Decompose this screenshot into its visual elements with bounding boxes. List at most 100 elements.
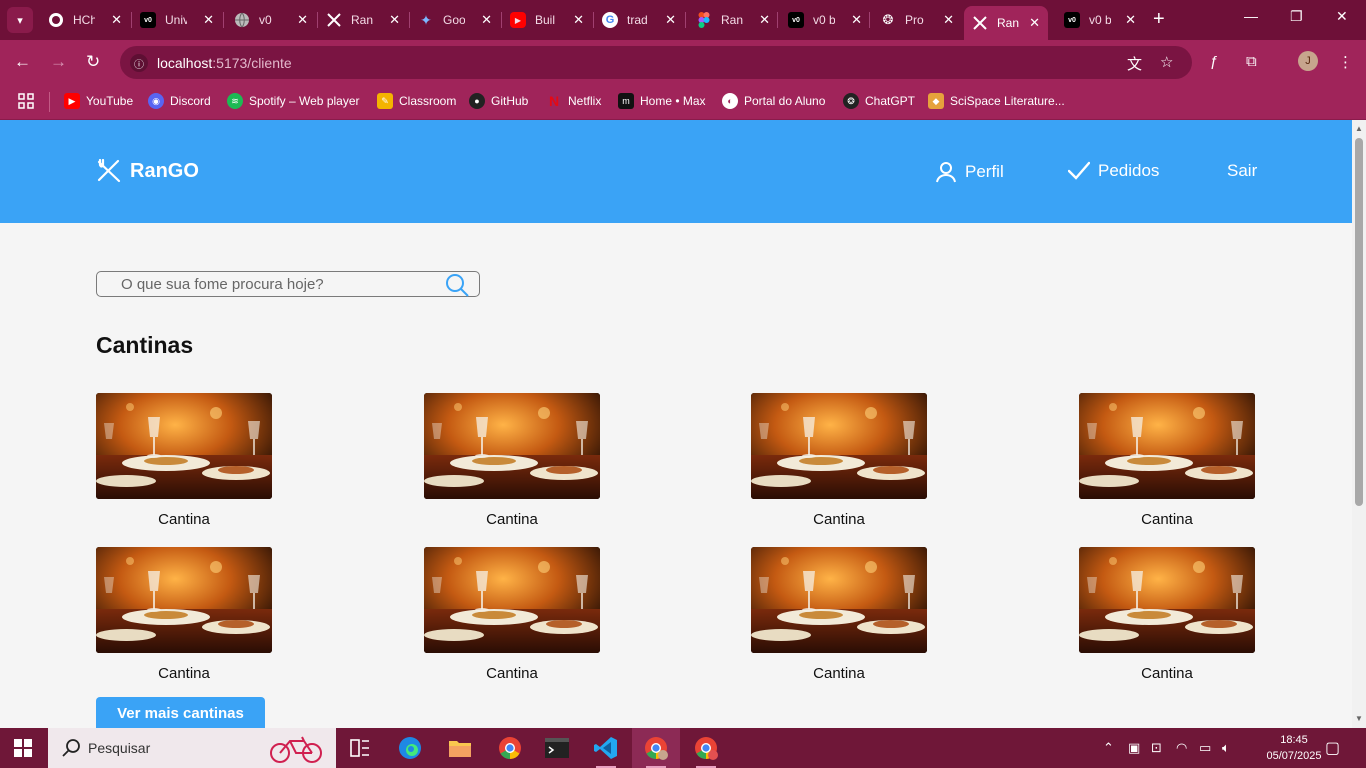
- brand-logo[interactable]: RanGO: [96, 159, 199, 183]
- vscode-icon[interactable]: [582, 728, 630, 768]
- bookmark-max[interactable]: m Home • Max: [618, 93, 706, 109]
- browser-tab[interactable]: v0 Univ ✕: [132, 6, 222, 34]
- bookmark-spotify[interactable]: ≋ Spotify – Web player: [227, 93, 360, 109]
- back-button[interactable]: ←: [14, 52, 31, 72]
- bookmark-label: Classroom: [399, 94, 457, 108]
- reload-button[interactable]: ↻: [86, 52, 100, 72]
- bookmark-label: Spotify – Web player: [249, 94, 360, 108]
- scroll-down-icon[interactable]: ▼: [1355, 714, 1363, 723]
- bookmark-github[interactable]: ● GitHub: [469, 93, 528, 109]
- cantina-image: [751, 547, 927, 653]
- new-tab-button[interactable]: +: [1153, 8, 1165, 30]
- browser-tab[interactable]: ▶ Buil ✕: [502, 6, 592, 34]
- cantina-image: [1079, 393, 1255, 499]
- url-text[interactable]: localhost:5173/cliente: [157, 55, 292, 71]
- forward-button[interactable]: →: [50, 52, 67, 72]
- browser-tab[interactable]: v0 ✕: [226, 6, 316, 34]
- browser-tab[interactable]: ✦ Goo ✕: [410, 6, 500, 34]
- minimize-button[interactable]: ―: [1244, 8, 1258, 24]
- site-info-icon[interactable]: ⓘ: [130, 54, 148, 72]
- bookmark-star-icon[interactable]: ☆: [1160, 53, 1173, 71]
- close-icon[interactable]: ✕: [389, 12, 400, 28]
- notification-icon[interactable]: ▢: [1325, 738, 1340, 758]
- browser-tab[interactable]: HCh ✕: [40, 6, 130, 34]
- profile-avatar[interactable]: J: [1298, 51, 1318, 71]
- edge-icon[interactable]: [386, 728, 434, 768]
- wifi-icon[interactable]: ◠: [1176, 740, 1187, 756]
- cantina-card[interactable]: Cantina: [1079, 547, 1255, 682]
- close-icon[interactable]: ✕: [851, 12, 862, 28]
- figma-icon: [696, 12, 712, 28]
- v0-icon: v0: [1064, 12, 1080, 28]
- windows-taskbar: Pesquisar ⌃ ▣ ⊡ ◠ ▭ 🔈︎ 18:45 05/07/2025 …: [0, 728, 1366, 768]
- translate-icon[interactable]: 文: [1127, 53, 1142, 74]
- tray-device-icon[interactable]: ▣: [1128, 740, 1140, 756]
- chrome-profile-icon[interactable]: [632, 728, 680, 768]
- browser-tab[interactable]: v0 v0 b ✕: [780, 6, 870, 34]
- search-icon[interactable]: [445, 273, 469, 297]
- scroll-up-icon[interactable]: ▲: [1355, 124, 1363, 133]
- extensions-puzzle-icon[interactable]: ⧉: [1246, 53, 1257, 70]
- cantina-card[interactable]: Cantina: [96, 547, 272, 682]
- cantina-card[interactable]: Cantina: [751, 547, 927, 682]
- close-icon[interactable]: ✕: [203, 12, 214, 28]
- browser-menu-icon[interactable]: ⋮: [1338, 53, 1353, 71]
- scroll-thumb[interactable]: [1355, 138, 1363, 506]
- bookmark-portal-aluno[interactable]: ◐ Portal do Aluno: [722, 93, 825, 109]
- tab-title: Pro: [905, 13, 924, 27]
- tray-overflow-icon[interactable]: ⌃: [1103, 740, 1114, 756]
- close-icon[interactable]: ✕: [1125, 12, 1136, 28]
- nav-orders[interactable]: Pedidos: [1068, 161, 1159, 181]
- browser-tab-active[interactable]: Ran ✕: [964, 6, 1048, 40]
- cantina-card[interactable]: Cantina: [1079, 393, 1255, 528]
- cantina-card[interactable]: Cantina: [96, 393, 272, 528]
- tab-divider: [777, 12, 778, 28]
- tray-meet-icon[interactable]: ⊡: [1151, 740, 1162, 756]
- chrome-profile-icon[interactable]: [682, 728, 730, 768]
- bookmark-classroom[interactable]: ✎ Classroom: [377, 93, 456, 109]
- terminal-icon[interactable]: [533, 728, 581, 768]
- search-input[interactable]: [121, 274, 441, 294]
- window-close-button[interactable]: ✕: [1336, 8, 1348, 25]
- browser-tab[interactable]: G trad ✕: [594, 6, 684, 34]
- bookmark-youtube[interactable]: ▶ YouTube: [64, 93, 133, 109]
- browser-tab[interactable]: Ran ✕: [688, 6, 778, 34]
- chrome-icon[interactable]: [486, 728, 534, 768]
- openai-icon: ❂: [843, 93, 859, 109]
- close-icon[interactable]: ✕: [943, 12, 954, 28]
- check-icon: [1068, 161, 1090, 180]
- bookmark-chatgpt[interactable]: ❂ ChatGPT: [843, 93, 915, 109]
- nav-profile[interactable]: Perfil: [935, 161, 1004, 183]
- windows-start-icon[interactable]: [14, 739, 32, 762]
- close-icon[interactable]: ✕: [1029, 15, 1040, 31]
- battery-icon[interactable]: ▭: [1199, 740, 1211, 756]
- volume-icon[interactable]: 🔈︎: [1222, 740, 1230, 756]
- nav-logout[interactable]: Sair: [1227, 161, 1257, 181]
- close-icon[interactable]: ✕: [111, 12, 122, 28]
- tab-title: Buil: [535, 13, 556, 27]
- cantina-card[interactable]: Cantina: [424, 393, 600, 528]
- restore-button[interactable]: ❐: [1290, 8, 1303, 25]
- browser-tab[interactable]: ❂ Pro ✕: [872, 6, 962, 34]
- close-icon[interactable]: ✕: [297, 12, 308, 28]
- browser-tab[interactable]: v0 v0 b ✕: [1056, 6, 1144, 34]
- tab-search-button[interactable]: ▾: [7, 7, 33, 33]
- close-icon[interactable]: ✕: [481, 12, 492, 28]
- bookmark-netflix[interactable]: N Netflix: [546, 93, 601, 109]
- system-clock[interactable]: 18:45 05/07/2025: [1262, 732, 1326, 764]
- cantina-card[interactable]: Cantina: [751, 393, 927, 528]
- close-icon[interactable]: ✕: [759, 12, 770, 28]
- bookmark-discord[interactable]: ◉ Discord: [148, 93, 211, 109]
- file-explorer-icon[interactable]: [436, 728, 484, 768]
- browser-tab[interactable]: Ran ✕: [318, 6, 408, 34]
- page-scrollbar[interactable]: ▲ ▼: [1352, 120, 1366, 728]
- task-view-icon[interactable]: [336, 728, 384, 768]
- apps-grid-icon[interactable]: [18, 93, 34, 109]
- close-icon[interactable]: ✕: [665, 12, 676, 28]
- see-more-cantinas-button[interactable]: Ver mais cantinas: [96, 697, 265, 728]
- extension-icon[interactable]: ƒ: [1210, 53, 1218, 70]
- close-icon[interactable]: ✕: [573, 12, 584, 28]
- taskbar-search[interactable]: Pesquisar: [48, 728, 336, 768]
- bookmark-scispace[interactable]: ◆ SciSpace Literature...: [928, 93, 1065, 109]
- cantina-card[interactable]: Cantina: [424, 547, 600, 682]
